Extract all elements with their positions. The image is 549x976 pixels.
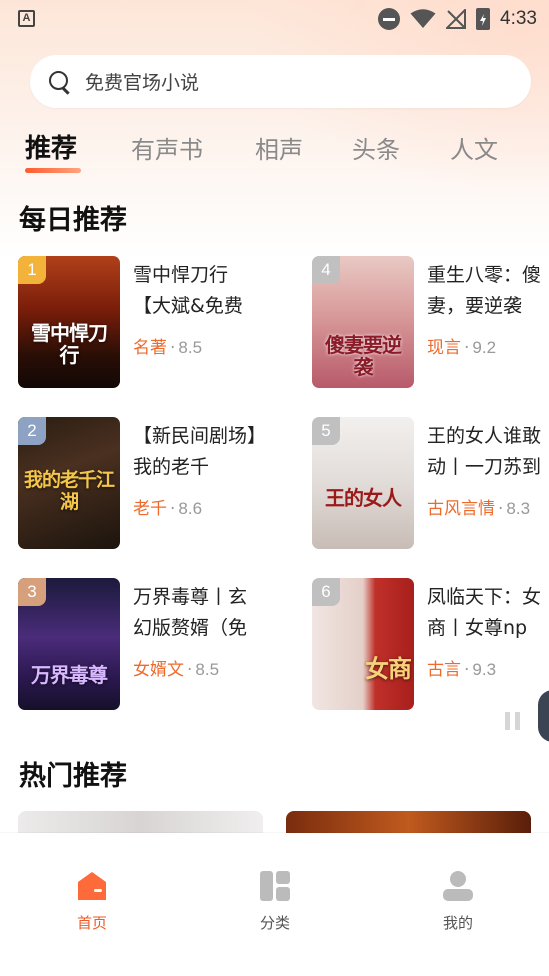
book-item[interactable]: 雪中悍刀行 1 雪中悍刀行【大斌&免费 名著 · 8.5 [18, 256, 288, 388]
book-score: 8.5 [178, 338, 203, 357]
category-tabs: 推荐 有声书 相声 头条 人文 [0, 130, 549, 178]
book-item[interactable]: 王的女人 5 王的女人谁敢动丨一刀苏到底 古风言情·8.3 [312, 417, 549, 549]
floating-player-button[interactable] [538, 690, 549, 742]
book-meta: 女婿文 · 8.5 [133, 660, 220, 680]
status-icons: 4:33 [378, 6, 537, 32]
book-cover: 雪中悍刀行 1 [18, 256, 120, 388]
tab-crosstalk[interactable]: 相声 [255, 130, 303, 165]
hot-book-card[interactable] [18, 811, 263, 833]
tab-headlines[interactable]: 头条 [352, 130, 400, 165]
book-cover: 我的老千江湖 2 [18, 417, 120, 549]
rank-badge: 5 [312, 417, 340, 445]
book-title: 雪中悍刀行【大斌&免费 [133, 264, 243, 317]
book-item[interactable]: 女商 6 凤临天下：女商丨女尊np 古言 · 9.3 [312, 578, 549, 710]
cover-title: 我的老千江湖 [24, 469, 115, 513]
rank-badge: 4 [312, 256, 340, 284]
bottom-navigation: 首页 分类 我的 [0, 833, 549, 976]
book-meta: 老千 · 8.6 [133, 499, 203, 519]
search-bar[interactable]: 免费官场小说 [30, 55, 531, 108]
search-placeholder: 免费官场小说 [85, 72, 200, 94]
book-meta: 名著 · 8.5 [133, 338, 203, 358]
clock: 4:33 [500, 8, 537, 29]
rank-badge: 6 [312, 578, 340, 606]
book-title: 重生八零：傻妻，要逆袭 [427, 264, 542, 317]
tab-recommend[interactable]: 推荐 [25, 128, 77, 165]
active-tab-indicator [25, 168, 81, 173]
book-category: 古风言情 [427, 499, 495, 519]
section-title-daily: 每日推荐 [19, 205, 127, 236]
book-cover: 傻妻要逆袭 4 [312, 256, 414, 388]
status-bar: A 4:33 [0, 0, 549, 38]
pause-icon[interactable] [505, 712, 521, 730]
book-item[interactable]: 傻妻要逆袭 4 重生八零：傻妻，要逆袭 现言 · 9.2 [312, 256, 549, 388]
book-cover: 王的女人 5 [312, 417, 414, 549]
home-icon [76, 870, 108, 902]
rank-badge: 3 [18, 578, 46, 606]
nav-category[interactable]: 分类 [235, 870, 315, 933]
cover-title: 王的女人 [325, 486, 402, 510]
book-score: 8.5 [195, 660, 220, 679]
cover-title: 雪中悍刀行 [31, 321, 108, 367]
profile-icon [442, 870, 474, 902]
nav-label: 首页 [76, 914, 107, 932]
book-cover: 万界毒尊 3 [18, 578, 120, 710]
book-category: 名著 [133, 338, 167, 358]
hot-book-card[interactable] [286, 811, 531, 833]
nav-profile[interactable]: 我的 [418, 870, 498, 933]
nav-home[interactable]: 首页 [52, 870, 132, 933]
book-title: 【新民间剧场】我的老千 [133, 425, 257, 478]
book-item[interactable]: 万界毒尊 3 万界毒尊丨玄幻版赘婿（免 女婿文 · 8.5 [18, 578, 288, 710]
book-score: 9.3 [472, 660, 497, 679]
book-item[interactable]: 我的老千江湖 2 【新民间剧场】我的老千 老千 · 8.6 [18, 417, 288, 549]
wifi-icon [410, 9, 436, 28]
tab-audiobook[interactable]: 有声书 [131, 130, 203, 165]
rank-badge: 2 [18, 417, 46, 445]
book-cover: 女商 6 [312, 578, 414, 710]
book-category: 老千 [133, 499, 167, 519]
cover-title: 傻妻要逆袭 [325, 333, 402, 379]
cover-title: 万界毒尊 [31, 663, 108, 687]
book-category: 女婿文 [133, 660, 184, 680]
search-icon [49, 70, 71, 93]
signal-icon [446, 9, 467, 29]
book-title: 万界毒尊丨玄幻版赘婿（免 [133, 586, 248, 639]
book-meta: 现言 · 9.2 [427, 338, 497, 358]
cover-title: 女商 [365, 654, 412, 683]
nav-label: 分类 [259, 914, 290, 932]
section-title-hot: 热门推荐 [19, 761, 127, 792]
book-meta: 古言 · 9.3 [427, 660, 497, 680]
rank-badge: 1 [18, 256, 46, 284]
do-not-disturb-icon [378, 8, 401, 30]
book-score: 8.3 [506, 499, 531, 518]
book-category: 古言 [427, 660, 461, 680]
battery-icon [476, 8, 491, 30]
book-title: 王的女人谁敢动丨一刀苏到底 [427, 425, 542, 478]
book-score: 9.2 [472, 338, 497, 357]
book-meta: 古风言情 · 8.3 [427, 499, 531, 519]
app-notification-icon: A [18, 10, 35, 27]
book-score: 8.6 [178, 499, 203, 518]
book-category: 现言 [427, 338, 461, 358]
nav-label: 我的 [442, 914, 473, 932]
category-icon [259, 870, 291, 902]
book-title: 凤临天下：女商丨女尊np [427, 586, 542, 639]
tab-humanities[interactable]: 人文 [450, 130, 498, 165]
